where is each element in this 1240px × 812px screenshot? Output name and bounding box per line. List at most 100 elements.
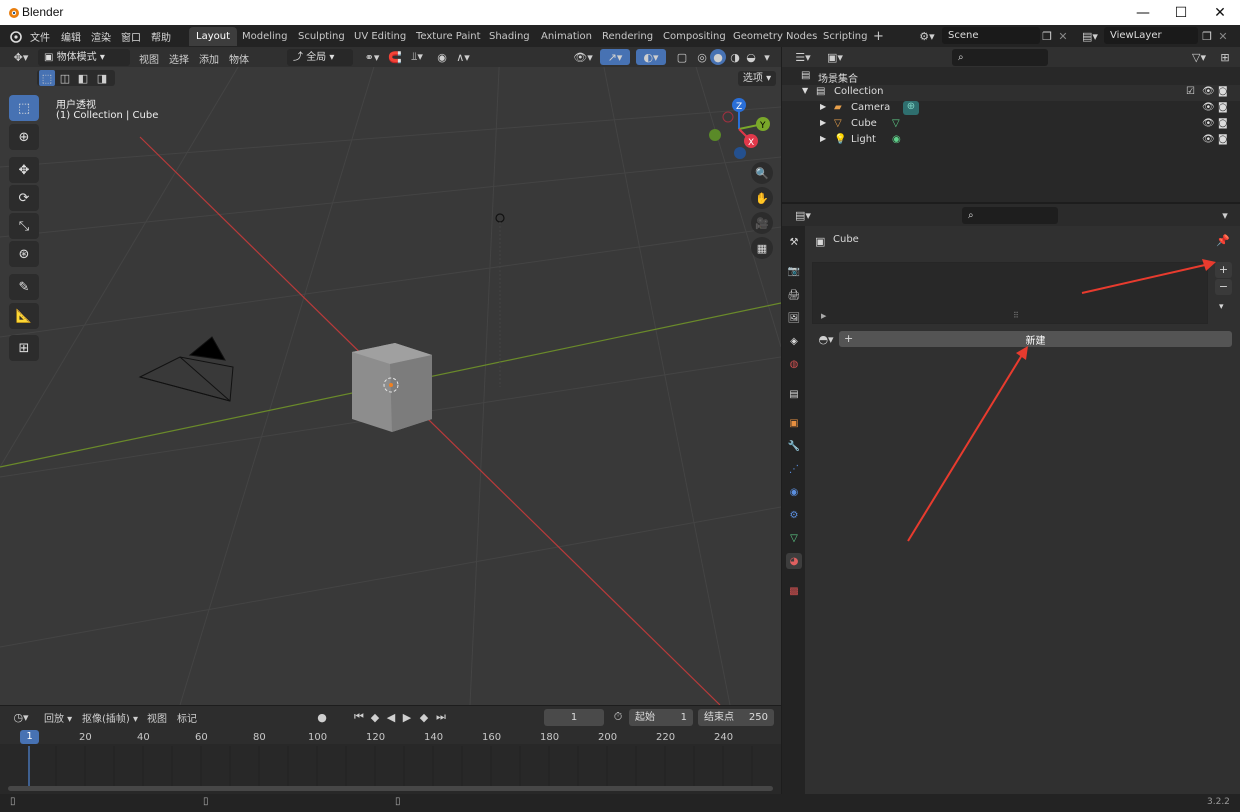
properties-options-icon[interactable]: ▾ xyxy=(1218,207,1232,223)
playback-menu[interactable]: 回放 ▾ xyxy=(44,710,72,725)
timeline-scrollbar[interactable] xyxy=(8,786,773,791)
outliner-search-input[interactable]: ⌕ xyxy=(952,49,1048,66)
menu-add[interactable]: 添加 xyxy=(199,51,219,66)
jump-start-icon[interactable]: ⏮ xyxy=(352,709,366,725)
falloff-icon[interactable]: ∧▾ xyxy=(452,49,474,65)
outliner-row-collection[interactable]: ▼ ▤ Collection ☑ 👁 ◙ xyxy=(782,85,1240,101)
blender-menu-icon[interactable] xyxy=(8,29,22,43)
tab-compositing[interactable]: Compositing xyxy=(656,27,733,46)
expand-camera-icon[interactable]: ▶ xyxy=(820,102,826,111)
record-icon[interactable]: ● xyxy=(314,709,330,725)
scene-selector-icon[interactable]: ⚙▾ xyxy=(914,28,940,44)
copy-scene-icon[interactable]: ❐ xyxy=(1040,28,1054,44)
tab-animation[interactable]: Animation xyxy=(534,27,599,46)
menu-edit[interactable]: 编辑 xyxy=(61,29,81,44)
gizmo-toggle-icon[interactable]: ↗▾ xyxy=(600,49,630,65)
outliner-row-light[interactable]: ▶ 💡 Light ◉ 👁 ◙ xyxy=(782,133,1240,149)
menu-file[interactable]: 文件 xyxy=(30,29,50,44)
display-mode-icon[interactable]: ▣▾ xyxy=(822,49,848,65)
orientation-selector[interactable]: ⤴ 全局 ▾ xyxy=(287,49,353,66)
playhead-marker[interactable]: 1 xyxy=(20,730,39,744)
transform-tool[interactable]: ⊛ xyxy=(9,241,39,267)
select-new-icon[interactable]: ⬚ xyxy=(39,70,55,86)
play-icon[interactable]: ▶ xyxy=(400,709,414,725)
menu-object[interactable]: 物体 xyxy=(229,51,249,66)
scene-field[interactable]: Scene xyxy=(942,27,1040,44)
tool-tab-icon[interactable]: ⚒ xyxy=(786,234,802,250)
view-layer-tab-icon[interactable]: 🖼 xyxy=(786,310,802,326)
close-button[interactable]: ✕ xyxy=(1201,0,1239,25)
start-frame-field[interactable]: 起始 1 xyxy=(629,709,693,726)
view-layer-field[interactable]: ViewLayer xyxy=(1104,27,1198,44)
constraints-tab-icon[interactable]: ⚙ xyxy=(786,507,802,523)
tab-geometry-nodes[interactable]: Geometry Nodes xyxy=(726,27,824,46)
collection-checkbox[interactable]: ☑ xyxy=(1186,86,1195,97)
eye-icon[interactable]: 👁 xyxy=(1202,134,1215,145)
expand-light-icon[interactable]: ▶ xyxy=(820,134,826,143)
pin-icon[interactable]: 📌 xyxy=(1216,234,1230,247)
eye-icon[interactable]: 👁 xyxy=(1202,102,1215,113)
menu-view[interactable]: 视图 xyxy=(139,51,159,66)
tab-layout[interactable]: Layout xyxy=(189,27,237,46)
maximize-button[interactable]: ☐ xyxy=(1162,0,1200,25)
modifier-tab-icon[interactable]: 🔧 xyxy=(786,438,802,454)
object-tab-icon[interactable]: ▣ xyxy=(786,415,802,431)
xray-icon[interactable]: ▢ xyxy=(674,49,690,65)
tab-rendering[interactable]: Rendering xyxy=(595,27,660,46)
browse-material-icon[interactable]: ◓▾ xyxy=(814,331,838,347)
camera-view-button[interactable]: 🎥 xyxy=(751,212,773,234)
material-tab-icon[interactable]: ◕ xyxy=(786,553,802,569)
jump-end-icon[interactable]: ⏭ xyxy=(434,709,448,725)
select-box-tool[interactable]: ⬚ xyxy=(9,95,39,121)
menu-render[interactable]: 渲染 xyxy=(91,29,111,44)
camera-data-icon[interactable]: ⊕ xyxy=(903,101,919,115)
zoom-button[interactable]: 🔍 xyxy=(751,162,773,184)
cube-object[interactable] xyxy=(352,343,432,432)
tab-texture-paint[interactable]: Texture Paint xyxy=(409,27,488,46)
outliner-row-cube[interactable]: ▶ ▽ Cube ▽ 👁 ◙ xyxy=(782,117,1240,133)
tab-modeling[interactable]: Modeling xyxy=(235,27,295,46)
outliner-row-scene[interactable]: ▤ 场景集合 xyxy=(782,69,1240,85)
expand-collection-icon[interactable]: ▼ xyxy=(802,86,808,95)
navigation-gizmo[interactable]: Z Y X xyxy=(703,95,773,165)
expand-cube-icon[interactable]: ▶ xyxy=(820,118,826,127)
data-tab-icon[interactable]: ▽ xyxy=(786,530,802,546)
properties-editor-icon[interactable]: ▤▾ xyxy=(790,207,816,223)
render-camera-icon[interactable]: ◙ xyxy=(1218,102,1228,113)
light-data-icon[interactable]: ◉ xyxy=(892,134,901,145)
timeline-view-menu[interactable]: 视图 xyxy=(147,710,167,725)
keying-menu[interactable]: 抠像(插帧) ▾ xyxy=(82,710,138,725)
ortho-toggle-button[interactable]: ▦ xyxy=(751,237,773,259)
overlay-toggle-icon[interactable]: ◐▾ xyxy=(636,49,666,65)
pivot-icon[interactable]: ⚭▾ xyxy=(360,49,384,65)
mode-selector[interactable]: ▣ 物体模式 ▾ xyxy=(38,49,130,66)
outliner-editor-icon[interactable]: ☰▾ xyxy=(790,49,816,65)
render-camera-icon[interactable]: ◙ xyxy=(1218,86,1228,97)
end-frame-field[interactable]: 结束点 250 xyxy=(698,709,774,726)
filter-icon[interactable]: ▽▾ xyxy=(1186,49,1212,65)
mesh-data-icon[interactable]: ▽ xyxy=(892,118,900,129)
timeline-editor-icon[interactable]: ◷▾ xyxy=(8,709,34,725)
options-dropdown[interactable]: 选项 ▾ xyxy=(738,71,776,86)
move-tool[interactable]: ✥ xyxy=(9,157,39,183)
resize-handle-icon[interactable]: ⠿ xyxy=(1013,311,1019,320)
shading-options-icon[interactable]: ▾ xyxy=(760,49,774,65)
snap-target-icon[interactable]: ⫫▾ xyxy=(405,49,429,65)
cursor-tool[interactable]: ⊕ xyxy=(9,124,39,150)
marker-menu[interactable]: 标记 xyxy=(177,710,197,725)
select-invert-icon[interactable]: ◨ xyxy=(94,70,110,86)
render-camera-icon[interactable]: ◙ xyxy=(1218,118,1228,129)
remove-view-layer-icon[interactable]: ✕ xyxy=(1216,28,1230,44)
texture-tab-icon[interactable]: ▩ xyxy=(786,583,802,599)
play-reverse-icon[interactable]: ◀ xyxy=(384,709,398,725)
menu-help[interactable]: 帮助 xyxy=(151,29,171,44)
editor-type-icon[interactable]: ✥▾ xyxy=(8,49,34,65)
properties-search-input[interactable]: ⌕ xyxy=(962,207,1058,224)
current-frame-field[interactable]: 1 xyxy=(544,709,604,726)
scale-tool[interactable]: ⤡ xyxy=(9,213,39,239)
select-extend-icon[interactable]: ◫ xyxy=(57,70,73,86)
material-shading-icon[interactable]: ◑ xyxy=(727,49,743,65)
render-tab-icon[interactable]: 📷 xyxy=(786,263,802,279)
add-material-slot-button[interactable]: + xyxy=(1215,262,1232,278)
camera-object[interactable] xyxy=(138,336,234,402)
